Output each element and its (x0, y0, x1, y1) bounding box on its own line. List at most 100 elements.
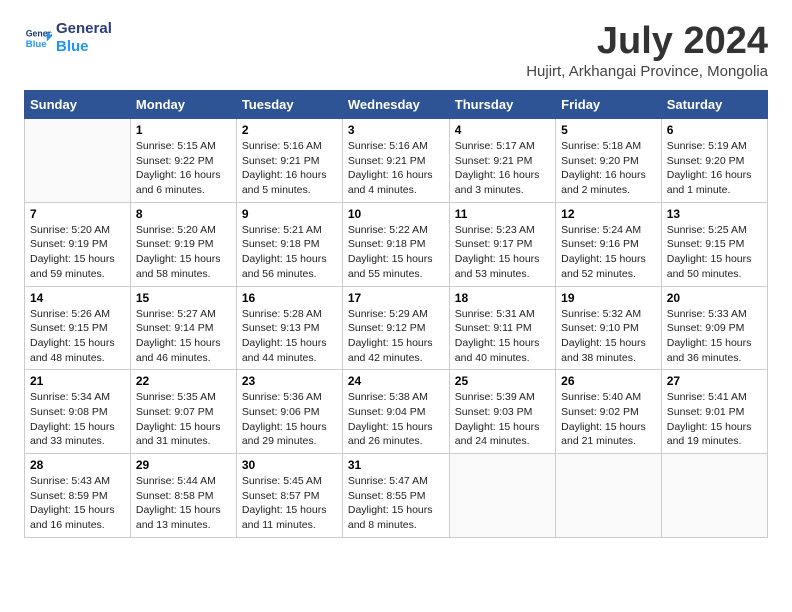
day-number: 30 (242, 458, 337, 472)
day-detail: Sunrise: 5:17 AMSunset: 9:21 PMDaylight:… (455, 139, 550, 198)
weekday-header-saturday: Saturday (661, 91, 767, 119)
day-detail: Sunrise: 5:32 AMSunset: 9:10 PMDaylight:… (561, 307, 656, 366)
day-cell: 11Sunrise: 5:23 AMSunset: 9:17 PMDayligh… (449, 202, 555, 286)
day-cell: 22Sunrise: 5:35 AMSunset: 9:07 PMDayligh… (130, 370, 236, 454)
day-cell: 26Sunrise: 5:40 AMSunset: 9:02 PMDayligh… (556, 370, 662, 454)
sunset-label: Sunset: 9:13 PM (242, 322, 320, 334)
sunset-label: Sunset: 9:16 PM (561, 238, 639, 250)
day-cell: 4 Sunrise: 5:17 AMSunset: 9:21 PMDaylight… (449, 119, 555, 203)
daylight-label: Daylight: 15 hours and 52 minutes. (561, 253, 646, 280)
sunset-label: Sunset: 9:10 PM (561, 322, 639, 334)
day-number: 23 (242, 374, 337, 388)
day-number: 4 (455, 123, 550, 137)
sunrise-label: Sunrise: 5:23 AM (455, 224, 535, 236)
calendar-table: SundayMondayTuesdayWednesdayThursdayFrid… (24, 90, 768, 538)
sunset-label: Sunset: 9:04 PM (348, 406, 426, 418)
sunrise-label: Sunrise: 5:22 AM (348, 224, 428, 236)
day-cell: 1Sunrise: 5:15 AMSunset: 9:22 PMDaylight… (130, 119, 236, 203)
logo-text: General Blue (56, 20, 112, 56)
day-number: 7 (30, 207, 125, 221)
sunset-label: Sunset: 9:07 PM (136, 406, 214, 418)
weekday-header-sunday: Sunday (25, 91, 131, 119)
sunset-label: Sunset: 9:22 PM (136, 155, 214, 167)
daylight-label: Daylight: 15 hours and 56 minutes. (242, 253, 327, 280)
day-cell: 27Sunrise: 5:41 AMSunset: 9:01 PMDayligh… (661, 370, 767, 454)
daylight-label: Daylight: 16 hours and 2 minutes. (561, 169, 646, 196)
logo-general: General (56, 20, 112, 37)
day-number: 20 (667, 291, 762, 305)
sunset-label: Sunset: 9:21 PM (242, 155, 320, 167)
day-detail: Sunrise: 5:15 AMSunset: 9:22 PMDaylight:… (136, 139, 231, 198)
day-cell: 15 Sunrise: 5:27 AMSunset: 9:14 PMDayligh… (130, 286, 236, 370)
day-number: 5 (561, 123, 656, 137)
daylight-label: Daylight: 16 hours and 5 minutes. (242, 169, 327, 196)
day-cell: 2Sunrise: 5:16 AMSunset: 9:21 PMDaylight… (236, 119, 342, 203)
sunrise-label: Sunrise: 5:17 AM (455, 140, 535, 152)
day-number: 15 (136, 291, 231, 305)
day-detail: Sunrise: 5:27 AMSunset: 9:14 PMDaylight:… (136, 307, 231, 366)
weekday-header-friday: Friday (556, 91, 662, 119)
day-cell: 13 Sunrise: 5:25 AMSunset: 9:15 PMDayligh… (661, 202, 767, 286)
day-detail: Sunrise: 5:29 AMSunset: 9:12 PMDaylight:… (348, 307, 444, 366)
sunrise-label: Sunrise: 5:34 AM (30, 391, 110, 403)
day-detail: Sunrise: 5:16 AM Sunset: 9:21 PM Daylight:… (242, 139, 337, 198)
sunset-label: Sunset: 9:19 PM (136, 238, 214, 250)
sunset-label: Sunset: 8:57 PM (242, 490, 320, 502)
day-detail: Sunrise: 5:36 AMSunset: 9:06 PMDaylight:… (242, 390, 337, 449)
sunset-label: Sunset: 9:20 PM (561, 155, 639, 167)
day-detail: Sunrise: 5:39 AMSunset: 9:03 PMDaylight:… (455, 390, 550, 449)
sunset-label: Sunset: 9:19 PM (30, 238, 108, 250)
day-cell: 21Sunrise: 5:34 AMSunset: 9:08 PMDayligh… (25, 370, 131, 454)
sunrise-label: Sunrise: 5:26 AM (30, 308, 110, 320)
sunrise-label: Sunrise: 5:16 AM (242, 140, 322, 152)
sunset-label: Sunset: 9:08 PM (30, 406, 108, 418)
day-detail: Sunrise: 5:35 AMSunset: 9:07 PMDaylight:… (136, 390, 231, 449)
day-detail: Sunrise: 5:34 AMSunset: 9:08 PMDaylight:… (30, 390, 125, 449)
sunset-label: Sunset: 9:03 PM (455, 406, 533, 418)
day-cell: 19Sunrise: 5:32 AMSunset: 9:10 PMDayligh… (556, 286, 662, 370)
day-detail: Sunrise: 5:18 AMSunset: 9:20 PMDaylight:… (561, 139, 656, 198)
sunrise-label: Sunrise: 5:20 AM (136, 224, 216, 236)
day-number: 27 (667, 374, 762, 388)
daylight-label: Daylight: 15 hours and 19 minutes. (667, 421, 752, 448)
sunrise-label: Sunrise: 5:15 AM (136, 140, 216, 152)
daylight-label: Daylight: 15 hours and 40 minutes. (455, 337, 540, 364)
sunset-label: Sunset: 9:15 PM (30, 322, 108, 334)
daylight-label: Daylight: 15 hours and 29 minutes. (242, 421, 327, 448)
daylight-label: Daylight: 15 hours and 36 minutes. (667, 337, 752, 364)
daylight-label: Daylight: 15 hours and 59 minutes. (30, 253, 115, 280)
day-number: 8 (136, 207, 231, 221)
sunset-label: Sunset: 9:06 PM (242, 406, 320, 418)
day-number: 29 (136, 458, 231, 472)
daylight-label: Daylight: 15 hours and 11 minutes. (242, 504, 327, 531)
day-detail: Sunrise: 5:45 AMSunset: 8:57 PMDaylight:… (242, 474, 337, 533)
sunset-label: Sunset: 9:14 PM (136, 322, 214, 334)
day-number: 17 (348, 291, 444, 305)
day-cell: 30 Sunrise: 5:45 AMSunset: 8:57 PMDayligh… (236, 454, 342, 538)
daylight-label: Daylight: 15 hours and 13 minutes. (136, 504, 221, 531)
day-detail: Sunrise: 5:25 AMSunset: 9:15 PMDaylight:… (667, 223, 762, 282)
day-cell: 25Sunrise: 5:39 AMSunset: 9:03 PMDayligh… (449, 370, 555, 454)
svg-text:Blue: Blue (26, 39, 47, 50)
daylight-label: Daylight: 15 hours and 24 minutes. (455, 421, 540, 448)
daylight-label: Daylight: 15 hours and 26 minutes. (348, 421, 433, 448)
day-number: 31 (348, 458, 444, 472)
sunrise-label: Sunrise: 5:41 AM (667, 391, 747, 403)
day-number: 14 (30, 291, 125, 305)
day-detail: Sunrise: 5:20 AMSunset: 9:19 PMDaylight:… (30, 223, 125, 282)
day-detail: Sunrise: 5:19 AMSunset: 9:20 PMDaylight:… (667, 139, 762, 198)
daylight-label: Daylight: 15 hours and 42 minutes. (348, 337, 433, 364)
daylight-label: Daylight: 15 hours and 48 minutes. (30, 337, 115, 364)
day-number: 13 (667, 207, 762, 221)
logo-blue: Blue (56, 38, 89, 55)
day-detail: Sunrise: 5:26 AM Sunset: 9:15 PM Daylight:… (30, 307, 125, 366)
day-cell: 10Sunrise: 5:22 AMSunset: 9:18 PMDayligh… (342, 202, 449, 286)
day-cell: 28Sunrise: 5:43 AMSunset: 8:59 PMDayligh… (25, 454, 131, 538)
day-detail: Sunrise: 5:31 AMSunset: 9:11 PMDaylight:… (455, 307, 550, 366)
day-detail: Sunrise: 5:33 AMSunset: 9:09 PMDaylight:… (667, 307, 762, 366)
sunrise-label: Sunrise: 5:40 AM (561, 391, 641, 403)
day-detail: Sunrise: 5:24 AMSunset: 9:16 PMDaylight:… (561, 223, 656, 282)
sunset-label: Sunset: 9:02 PM (561, 406, 639, 418)
sunrise-label: Sunrise: 5:35 AM (136, 391, 216, 403)
sunset-label: Sunset: 9:18 PM (242, 238, 320, 250)
